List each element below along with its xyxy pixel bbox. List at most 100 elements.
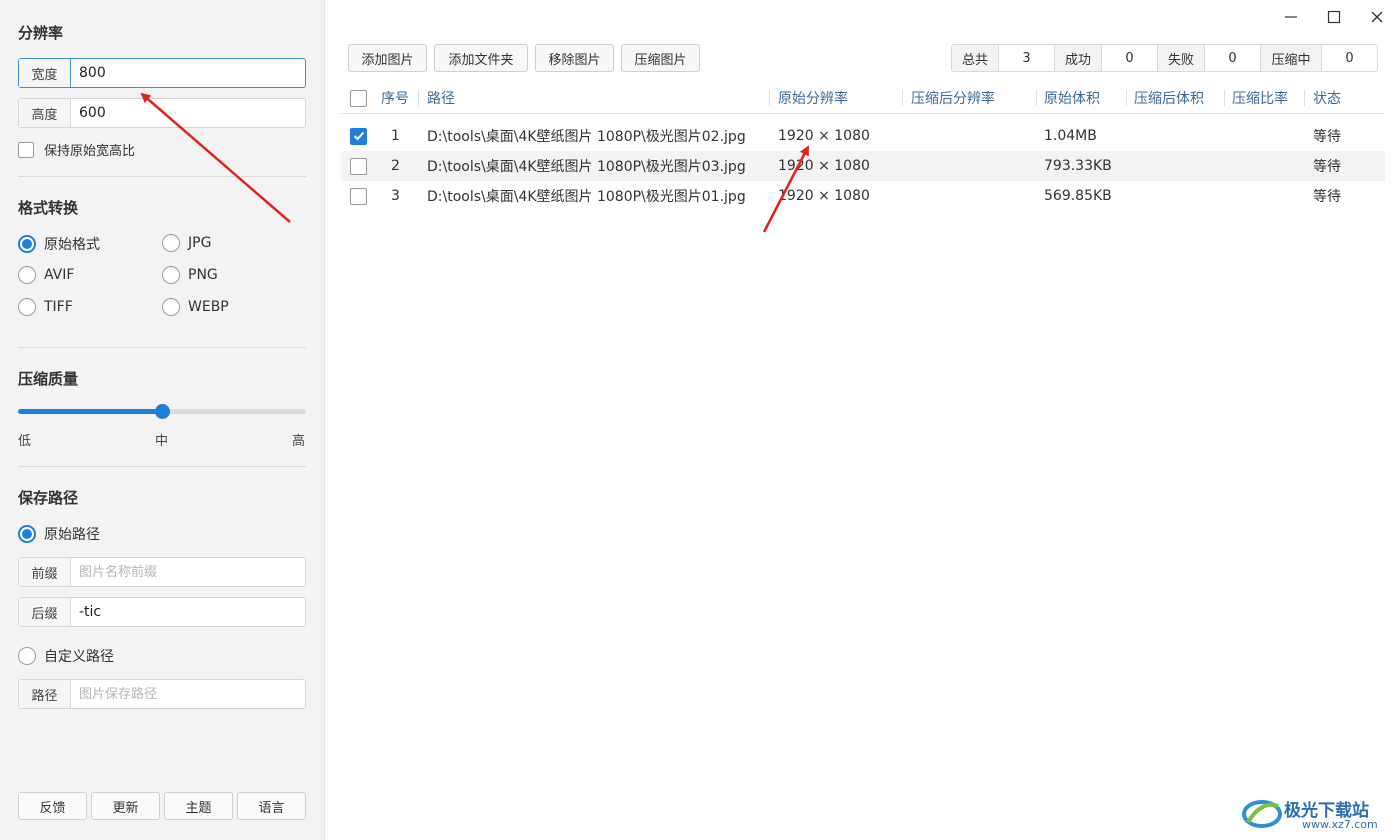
header-path[interactable]: 路径 [427, 84, 455, 112]
custom-path-label: 自定义路径 [44, 649, 114, 665]
radio-icon[interactable] [162, 298, 180, 316]
stat-success-label: 成功 [1055, 45, 1102, 71]
row-orig-res: 1920 × 1080 [778, 158, 870, 174]
header-orig-res[interactable]: 原始分辨率 [778, 84, 848, 112]
stat-fail-label: 失败 [1158, 45, 1205, 71]
header-status[interactable]: 状态 [1313, 84, 1341, 112]
feedback-button[interactable]: 反馈 [18, 792, 87, 820]
radio-icon[interactable] [18, 647, 36, 665]
compress-image-button[interactable]: 压缩图片 [621, 44, 700, 72]
divider [18, 466, 306, 467]
stats-bar: 总共 3 成功 0 失败 0 压缩中 0 [951, 44, 1378, 72]
height-input[interactable] [71, 99, 305, 127]
header-orig-size[interactable]: 原始体积 [1044, 84, 1100, 112]
format-png-radio[interactable]: PNG [162, 266, 218, 284]
format-tiff-label: TIFF [44, 299, 73, 315]
select-all-checkbox[interactable] [350, 84, 367, 112]
radio-icon-checked[interactable] [18, 525, 36, 543]
row-orig-size: 793.33KB [1044, 158, 1112, 174]
header-separator [418, 90, 419, 106]
row-checkbox[interactable] [350, 181, 367, 211]
stat-total-label: 总共 [952, 45, 999, 71]
path-input[interactable] [71, 680, 305, 708]
keep-ratio-label: 保持原始宽高比 [44, 144, 136, 159]
row-orig-res: 1920 × 1080 [778, 188, 870, 204]
custom-path-radio[interactable]: 自定义路径 [18, 646, 114, 666]
radio-icon[interactable] [18, 266, 36, 284]
stat-success-value: 0 [1102, 45, 1158, 71]
table-row[interactable]: 1 D:\tools\桌面\4K壁纸图片 1080P\极光图片02.jpg 19… [341, 121, 1385, 151]
update-button[interactable]: 更新 [91, 792, 160, 820]
row-checkbox[interactable] [350, 121, 367, 151]
close-icon[interactable] [1365, 6, 1389, 28]
keep-ratio-checkbox[interactable]: 保持原始宽高比 [18, 140, 135, 159]
table-row[interactable]: 2 D:\tools\桌面\4K壁纸图片 1080P\极光图片03.jpg 19… [341, 151, 1385, 181]
height-field: 高度 [18, 98, 306, 128]
language-button[interactable]: 语言 [237, 792, 306, 820]
suffix-field: 后缀 [18, 597, 306, 627]
header-new-size[interactable]: 压缩后体积 [1134, 84, 1204, 112]
quality-high-label: 高 [292, 434, 306, 449]
row-status: 等待 [1313, 189, 1341, 205]
format-avif-radio[interactable]: AVIF [18, 266, 74, 284]
prefix-input[interactable] [71, 558, 305, 586]
resolution-title: 分辨率 [18, 24, 64, 42]
height-label: 高度 [19, 99, 71, 127]
row-status: 等待 [1313, 159, 1341, 175]
header-separator [769, 90, 770, 106]
app-window: 分辨率 宽度 高度 保持原始宽高比 格式转换 原始格式 JPG AVIF PNG… [0, 0, 1400, 840]
row-checkbox[interactable] [350, 151, 367, 181]
table-row[interactable]: 3 D:\tools\桌面\4K壁纸图片 1080P\极光图片01.jpg 19… [341, 181, 1385, 211]
header-separator [1126, 90, 1127, 106]
width-field: 宽度 [18, 58, 306, 88]
format-jpg-radio[interactable]: JPG [162, 234, 211, 252]
stat-progress-label: 压缩中 [1261, 45, 1322, 71]
remove-image-button[interactable]: 移除图片 [535, 44, 614, 72]
checkbox-checked-icon[interactable] [350, 127, 367, 145]
add-image-button[interactable]: 添加图片 [348, 44, 427, 72]
prefix-label: 前缀 [19, 558, 71, 586]
keep-ratio-box[interactable] [18, 141, 34, 158]
maximize-icon[interactable] [1322, 6, 1346, 28]
table-header: 序号 路径 原始分辨率 压缩后分辨率 原始体积 压缩后体积 压缩比率 状态 [341, 84, 1385, 114]
row-index: 2 [391, 158, 400, 174]
quality-slider[interactable] [18, 404, 306, 419]
format-tiff-radio[interactable]: TIFF [18, 298, 73, 316]
header-index[interactable]: 序号 [381, 84, 409, 112]
radio-icon[interactable] [18, 298, 36, 316]
watermark-url: www.xz7.com [1302, 818, 1378, 831]
stat-progress-value: 0 [1345, 50, 1354, 66]
checkbox-icon[interactable] [350, 157, 367, 175]
minimize-icon[interactable] [1279, 6, 1303, 28]
header-separator [1304, 90, 1305, 106]
radio-icon[interactable] [162, 234, 180, 252]
row-index: 1 [391, 128, 400, 144]
format-avif-label: AVIF [44, 267, 75, 283]
format-jpg-label: JPG [188, 235, 212, 251]
radio-icon-checked[interactable] [18, 235, 36, 253]
format-png-label: PNG [188, 267, 218, 283]
original-path-label: 原始路径 [44, 527, 100, 543]
theme-button[interactable]: 主题 [164, 792, 233, 820]
aurora-logo-icon [1242, 800, 1282, 828]
slider-thumb[interactable] [155, 404, 170, 419]
add-folder-button[interactable]: 添加文件夹 [434, 44, 528, 72]
format-webp-radio[interactable]: WEBP [162, 298, 229, 316]
checkbox-icon[interactable] [350, 89, 367, 107]
format-original-radio[interactable]: 原始格式 [18, 234, 100, 254]
header-new-res[interactable]: 压缩后分辨率 [911, 84, 995, 112]
original-path-radio[interactable]: 原始路径 [18, 524, 100, 544]
divider [18, 347, 306, 348]
width-input[interactable] [71, 59, 305, 87]
header-ratio[interactable]: 压缩比率 [1232, 84, 1288, 112]
settings-sidebar: 分辨率 宽度 高度 保持原始宽高比 格式转换 原始格式 JPG AVIF PNG… [0, 0, 325, 840]
checkbox-icon[interactable] [350, 187, 367, 205]
suffix-input[interactable] [71, 598, 305, 626]
header-separator [1036, 90, 1037, 106]
radio-icon[interactable] [162, 266, 180, 284]
row-orig-size: 569.85KB [1044, 188, 1112, 204]
row-index: 3 [391, 188, 400, 204]
quality-mid-label: 中 [155, 434, 169, 449]
quality-title: 压缩质量 [18, 370, 79, 388]
suffix-label: 后缀 [19, 598, 71, 626]
